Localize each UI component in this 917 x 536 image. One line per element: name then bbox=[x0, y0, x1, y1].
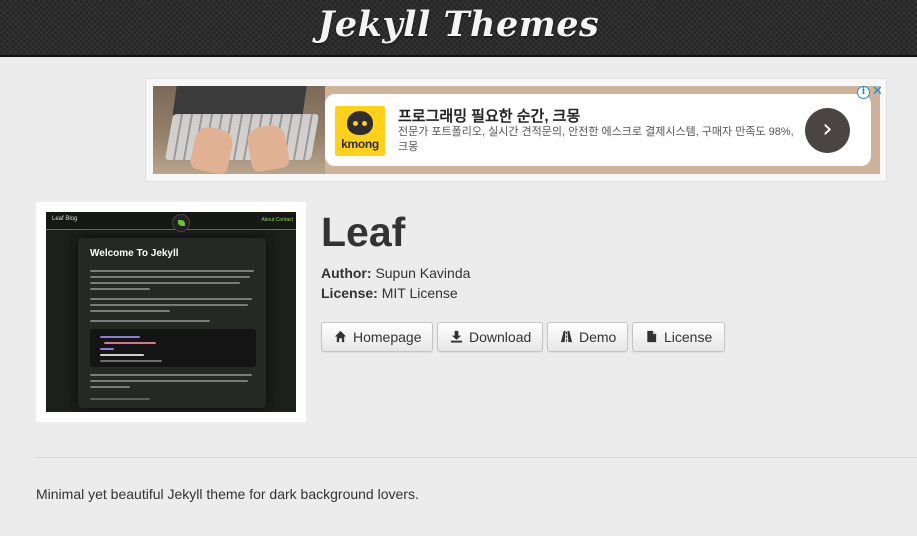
license-value: MIT License bbox=[381, 285, 458, 301]
preview-nav-links: About Contact bbox=[261, 217, 293, 223]
site-header: Jekyll Themes bbox=[0, 0, 917, 57]
preview-post-title: Welcome To Jekyll bbox=[90, 248, 179, 259]
home-icon bbox=[334, 330, 347, 343]
download-icon bbox=[450, 330, 463, 343]
homepage-button[interactable]: Homepage bbox=[321, 322, 433, 352]
author-label: Author: bbox=[321, 265, 372, 281]
license-button[interactable]: License bbox=[632, 322, 725, 352]
document-icon bbox=[647, 330, 657, 343]
preview-navbar: Leaf Blog About Contact bbox=[46, 212, 296, 232]
license-label: License: bbox=[321, 285, 378, 301]
adchoices-info-icon[interactable]: i bbox=[857, 86, 870, 99]
theme-screenshot[interactable]: Leaf Blog About Contact Welcome To Jekyl… bbox=[36, 202, 306, 422]
demo-button[interactable]: Demo bbox=[547, 322, 628, 352]
ad-content[interactable]: kmong 프로그래밍 필요한 순간, 크몽 전문가 포트폴리오, 실시간 견적… bbox=[153, 84, 883, 174]
theme-author: Author: Supun Kavinda bbox=[321, 265, 470, 281]
author-value: Supun Kavinda bbox=[375, 265, 471, 281]
kmong-logo[interactable]: kmong bbox=[335, 106, 385, 156]
site-title[interactable]: Jekyll Themes bbox=[0, 4, 917, 45]
homepage-label: Homepage bbox=[353, 329, 422, 345]
theme-license: License: MIT License bbox=[321, 285, 458, 301]
close-icon[interactable]: ✕ bbox=[872, 84, 883, 98]
license-label-button: License bbox=[664, 329, 713, 345]
ad-image[interactable] bbox=[153, 86, 325, 174]
download-label: Download bbox=[469, 329, 532, 345]
preview-post-card: Welcome To Jekyll bbox=[78, 238, 266, 408]
ad-banner[interactable]: kmong 프로그래밍 필요한 순간, 크몽 전문가 포트폴리오, 실시간 견적… bbox=[145, 78, 887, 182]
ad-brand-name: kmong bbox=[341, 137, 379, 151]
download-button[interactable]: Download bbox=[437, 322, 543, 352]
section-divider bbox=[36, 457, 917, 458]
demo-label: Demo bbox=[579, 329, 617, 345]
preview-code-block bbox=[90, 329, 256, 367]
theme-title: Leaf bbox=[321, 209, 406, 255]
preview-brand: Leaf Blog bbox=[52, 216, 78, 222]
theme-description: Minimal yet beautiful Jekyll theme for d… bbox=[36, 486, 419, 502]
theme-preview: Leaf Blog About Contact Welcome To Jekyl… bbox=[46, 212, 296, 412]
road-icon bbox=[560, 330, 573, 343]
ad-description[interactable]: 전문가 포트폴리오, 실시간 견적문의, 안전한 에스크로 결제시스템, 구매자… bbox=[398, 125, 798, 155]
chevron-right-icon[interactable]: › bbox=[805, 108, 850, 153]
ad-headline[interactable]: 프로그래밍 필요한 순간, 크몽 bbox=[398, 105, 580, 126]
ad-card[interactable]: kmong 프로그래밍 필요한 순간, 크몽 전문가 포트폴리오, 실시간 견적… bbox=[325, 94, 871, 166]
leaf-icon bbox=[172, 214, 190, 232]
